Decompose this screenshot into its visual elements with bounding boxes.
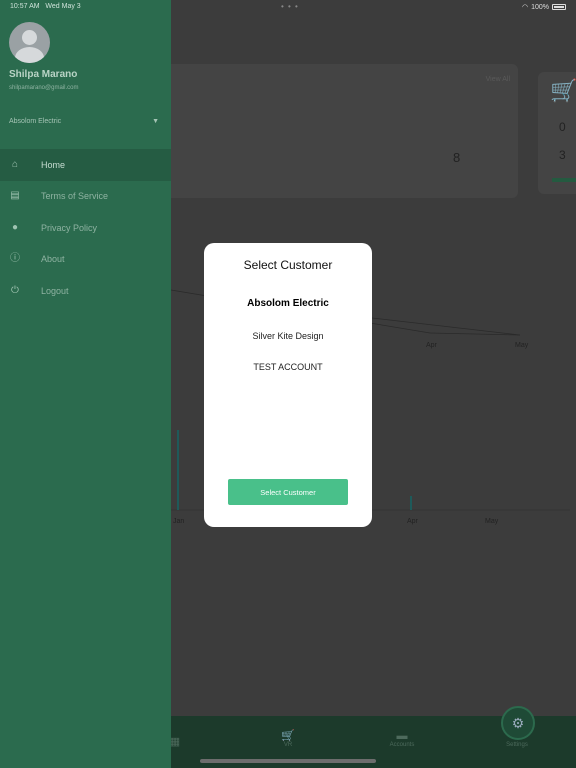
status-bar: 10:57 AM Wed May 3 • • • ◠ 100% xyxy=(0,0,576,14)
menu-item-label: Logout xyxy=(41,285,69,296)
dialog-title: Select Customer xyxy=(243,258,333,272)
user-name: Shilpa Marano xyxy=(9,69,78,80)
menu-item-label: About xyxy=(41,254,65,265)
drawer-menu: ⌂ Home ▤ Terms of Service ● Privacy Poli… xyxy=(0,149,171,307)
wifi-icon: ◠ xyxy=(521,4,529,11)
menu-item-home[interactable]: ⌂ Home xyxy=(0,149,171,181)
power-icon: ⏻ xyxy=(11,284,19,296)
status-right: ◠ 100% xyxy=(522,3,566,11)
tab-vr[interactable]: 🛒 VR xyxy=(268,729,308,748)
tab-accounts[interactable]: ▬ Accounts xyxy=(382,730,422,748)
folder-icon: ▬ xyxy=(396,730,408,742)
tab-settings[interactable]: Settings xyxy=(497,742,537,748)
user-lock-icon: ● xyxy=(11,221,19,233)
company-name: Absolom Electric xyxy=(9,118,62,125)
chart1-x-label-may: May xyxy=(515,342,529,349)
info-icon: ⓘ xyxy=(10,253,20,265)
chart2-x-label-apr: Apr xyxy=(407,518,418,525)
user-email: shilpamarano@gmail.com xyxy=(9,85,79,91)
battery-icon xyxy=(552,4,566,10)
select-customer-dialog: Select Customer Absolom Electric Silver … xyxy=(204,243,372,527)
chart1-x-label-apr: Apr xyxy=(426,342,437,349)
customer-option-silver-kite[interactable]: Silver Kite Design xyxy=(204,331,372,341)
gear-icon: ⚙ xyxy=(511,715,525,731)
multitask-dots[interactable]: • • • xyxy=(281,2,299,11)
battery-percent: 100% xyxy=(531,3,549,11)
chart2-x-label-jan: Jan xyxy=(173,518,185,525)
avatar[interactable] xyxy=(9,22,50,63)
menu-item-label: Privacy Policy xyxy=(41,222,98,233)
menu-item-label: Terms of Service xyxy=(41,191,109,202)
menu-item-about[interactable]: ⓘ About xyxy=(0,244,171,276)
company-selector[interactable]: Absolom Electric ▼ xyxy=(9,118,159,125)
settings-fab[interactable]: ⚙ xyxy=(501,706,535,740)
menu-item-terms[interactable]: ▤ Terms of Service xyxy=(0,181,171,213)
customer-option-absolom[interactable]: Absolom Electric xyxy=(204,298,372,309)
customer-option-test-account[interactable]: TEST ACCOUNT xyxy=(204,362,372,372)
menu-item-privacy[interactable]: ● Privacy Policy xyxy=(0,212,171,244)
home-indicator[interactable] xyxy=(200,759,376,763)
menu-item-label: Home xyxy=(41,159,66,170)
chart2-x-label-may: May xyxy=(485,518,499,525)
chart1-line-c xyxy=(371,317,521,336)
navigation-drawer: Shilpa Marano shilpamarano@gmail.com Abs… xyxy=(0,0,171,768)
select-customer-button[interactable]: Select Customer xyxy=(228,479,348,505)
status-time: 10:57 AM Wed May 3 xyxy=(10,3,81,10)
caret-down-icon: ▼ xyxy=(152,118,159,125)
home-icon: ⌂ xyxy=(11,158,19,170)
cart-tab-icon: 🛒 xyxy=(281,730,295,742)
menu-item-logout[interactable]: ⏻ Logout xyxy=(0,275,171,307)
clipboard-icon: ▤ xyxy=(10,190,20,202)
